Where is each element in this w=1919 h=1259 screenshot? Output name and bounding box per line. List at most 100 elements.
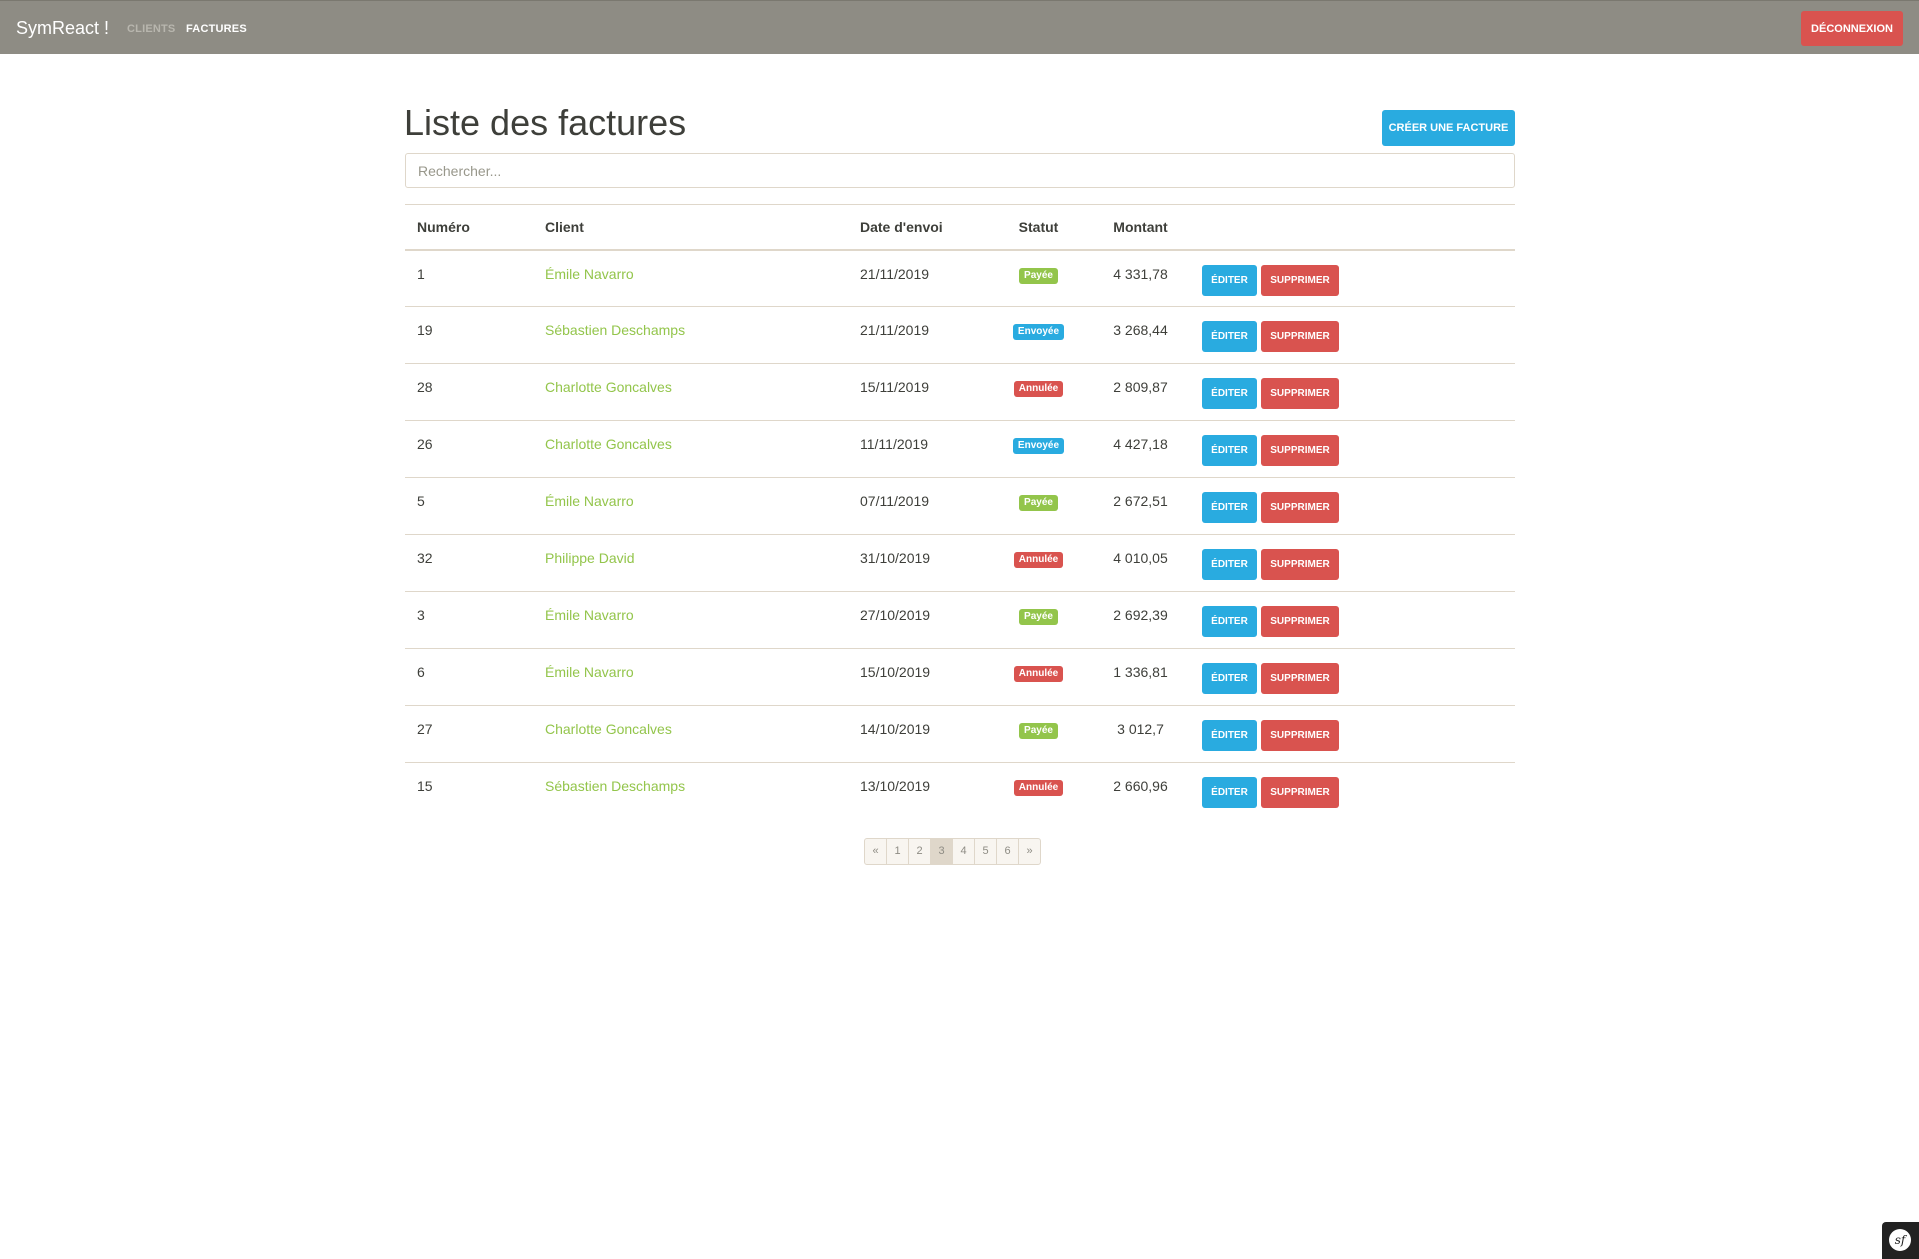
delete-button[interactable]: Supprimer (1261, 321, 1339, 352)
client-link[interactable]: Philippe David (545, 550, 635, 566)
cell-actions: Éditer Supprimer (1190, 705, 1515, 763)
client-link[interactable]: Sébastien Deschamps (545, 778, 685, 794)
cell-date: 14/10/2019 (848, 705, 986, 763)
invoice-number: 1 (417, 265, 425, 282)
edit-button[interactable]: Éditer (1202, 435, 1257, 466)
table-row: 28 Charlotte Goncalves 15/11/2019 Annulée 2 … (405, 363, 1515, 421)
header-client: Client (533, 204, 848, 251)
cell-actions: Éditer Supprimer (1190, 249, 1515, 307)
delete-button[interactable]: Supprimer (1261, 549, 1339, 580)
client-link[interactable]: Émile Navarro (545, 664, 634, 680)
delete-button[interactable]: Supprimer (1261, 720, 1339, 751)
client-link[interactable]: Charlotte Goncalves (545, 721, 672, 737)
edit-button[interactable]: Éditer (1202, 606, 1257, 637)
cell-client: Charlotte Goncalves (533, 363, 848, 421)
client-link[interactable]: Charlotte Goncalves (545, 379, 672, 395)
invoice-date: 14/10/2019 (860, 721, 931, 737)
table-row: 26 Charlotte Goncalves 11/11/2019 Envoyée 4 … (405, 420, 1515, 478)
cell-montant: 3 012,7 (1091, 705, 1190, 763)
debug-toolbar[interactable]: sf (1882, 1222, 1919, 1259)
edit-button[interactable]: Éditer (1202, 549, 1257, 580)
pagination-prev[interactable]: « (864, 838, 887, 865)
table-header-row: Numéro Client Date d'envoi Statut Montan… (405, 204, 1515, 251)
status-badge: Payée (1019, 267, 1058, 284)
delete-button[interactable]: Supprimer (1261, 378, 1339, 409)
status-badge: Annulée (1013, 552, 1064, 568)
header-numero: Numéro (405, 204, 533, 251)
invoice-date: 15/11/2019 (860, 379, 930, 395)
table-row: 1 Émile Navarro 21/11/2019 Payée 4 331,78 Édi… (405, 249, 1515, 307)
cell-client: Émile Navarro (533, 249, 848, 307)
logout-button[interactable]: Déconnexion (1801, 11, 1903, 46)
cell-statut: Annulée (986, 534, 1091, 592)
nav-link-factures[interactable]: Factures (186, 22, 247, 36)
cell-client: Émile Navarro (533, 648, 848, 706)
cell-date: 21/11/2019 (848, 249, 986, 307)
brand-logo[interactable]: SymReact ! (16, 17, 109, 39)
cell-montant: 2 672,51 (1091, 477, 1190, 535)
edit-button[interactable]: Éditer (1202, 264, 1257, 296)
invoice-amount: 1 336,81 (1113, 664, 1168, 680)
client-link[interactable]: Charlotte Goncalves (545, 436, 672, 452)
delete-button[interactable]: Supprimer (1261, 492, 1339, 523)
status-badge: Payée (1019, 495, 1058, 511)
pagination-page[interactable]: 2 (908, 838, 931, 865)
delete-button[interactable]: Supprimer (1261, 777, 1339, 808)
delete-button[interactable]: Supprimer (1261, 435, 1339, 466)
pagination: «1 2 3 4 5 6» (864, 838, 1041, 865)
edit-button[interactable]: Éditer (1202, 777, 1257, 808)
cell-actions: Éditer Supprimer (1190, 762, 1515, 820)
invoice-date: 15/10/2019 (860, 664, 931, 680)
invoice-date: 07/11/2019 (860, 493, 930, 509)
create-invoice-button[interactable]: Créer une facture (1382, 110, 1515, 146)
cell-client: Charlotte Goncalves (533, 420, 848, 478)
invoice-number: 32 (417, 550, 433, 566)
cell-actions: Éditer Supprimer (1190, 306, 1515, 364)
invoice-number: 3 (417, 607, 425, 623)
pagination-page[interactable]: 1 (886, 838, 909, 865)
edit-button[interactable]: Éditer (1202, 492, 1257, 523)
pagination-page[interactable]: 6 (996, 838, 1019, 865)
pagination-page[interactable]: 5 (974, 838, 997, 865)
cell-date: 21/11/2019 (848, 306, 986, 364)
cell-date: 15/11/2019 (848, 363, 986, 421)
nav-link-clients[interactable]: Clients (127, 22, 175, 36)
delete-button[interactable]: Supprimer (1261, 663, 1339, 694)
invoice-date: 13/10/2019 (860, 778, 931, 794)
cell-statut: Annulée (986, 648, 1091, 706)
cell-date: 15/10/2019 (848, 648, 986, 706)
cell-statut: Envoyée (986, 420, 1091, 478)
invoice-amount: 3 012,7 (1117, 721, 1164, 737)
invoice-amount: 2 692,39 (1113, 607, 1168, 623)
pagination-page[interactable]: 3 (930, 838, 953, 865)
delete-button[interactable]: Supprimer (1261, 606, 1339, 637)
edit-button[interactable]: Éditer (1202, 663, 1257, 694)
edit-button[interactable]: Éditer (1202, 321, 1257, 352)
table-row: 19 Sébastien Deschamps 21/11/2019 Envoyée 3 … (405, 306, 1515, 364)
pagination-next[interactable]: » (1018, 838, 1041, 865)
delete-button[interactable]: Supprimer (1261, 264, 1339, 296)
navbar: SymReact ! Clients Factures Déconnexion (0, 0, 1919, 54)
invoice-date: 21/11/2019 (860, 265, 930, 282)
client-link[interactable]: Émile Navarro (545, 493, 634, 509)
cell-client: Philippe David (533, 534, 848, 592)
pagination-page[interactable]: 4 (952, 838, 975, 865)
invoice-amount: 4 010,05 (1113, 550, 1168, 566)
cell-montant: 2 809,87 (1091, 363, 1190, 421)
client-link[interactable]: Sébastien Deschamps (545, 322, 685, 338)
cell-client: Charlotte Goncalves (533, 705, 848, 763)
edit-button[interactable]: Éditer (1202, 378, 1257, 409)
cell-numero: 5 (405, 477, 533, 535)
cell-statut: Payée (986, 705, 1091, 763)
client-link[interactable]: Émile Navarro (545, 266, 634, 282)
cell-date: 31/10/2019 (848, 534, 986, 592)
status-badge: Envoyée (1012, 324, 1065, 340)
client-link[interactable]: Émile Navarro (545, 607, 634, 623)
cell-actions: Éditer Supprimer (1190, 648, 1515, 706)
cell-numero: 26 (405, 420, 533, 478)
cell-statut: Payée (986, 591, 1091, 649)
search-input[interactable] (405, 153, 1515, 188)
cell-numero: 15 (405, 762, 533, 820)
edit-button[interactable]: Éditer (1202, 720, 1257, 751)
cell-actions: Éditer Supprimer (1190, 363, 1515, 421)
